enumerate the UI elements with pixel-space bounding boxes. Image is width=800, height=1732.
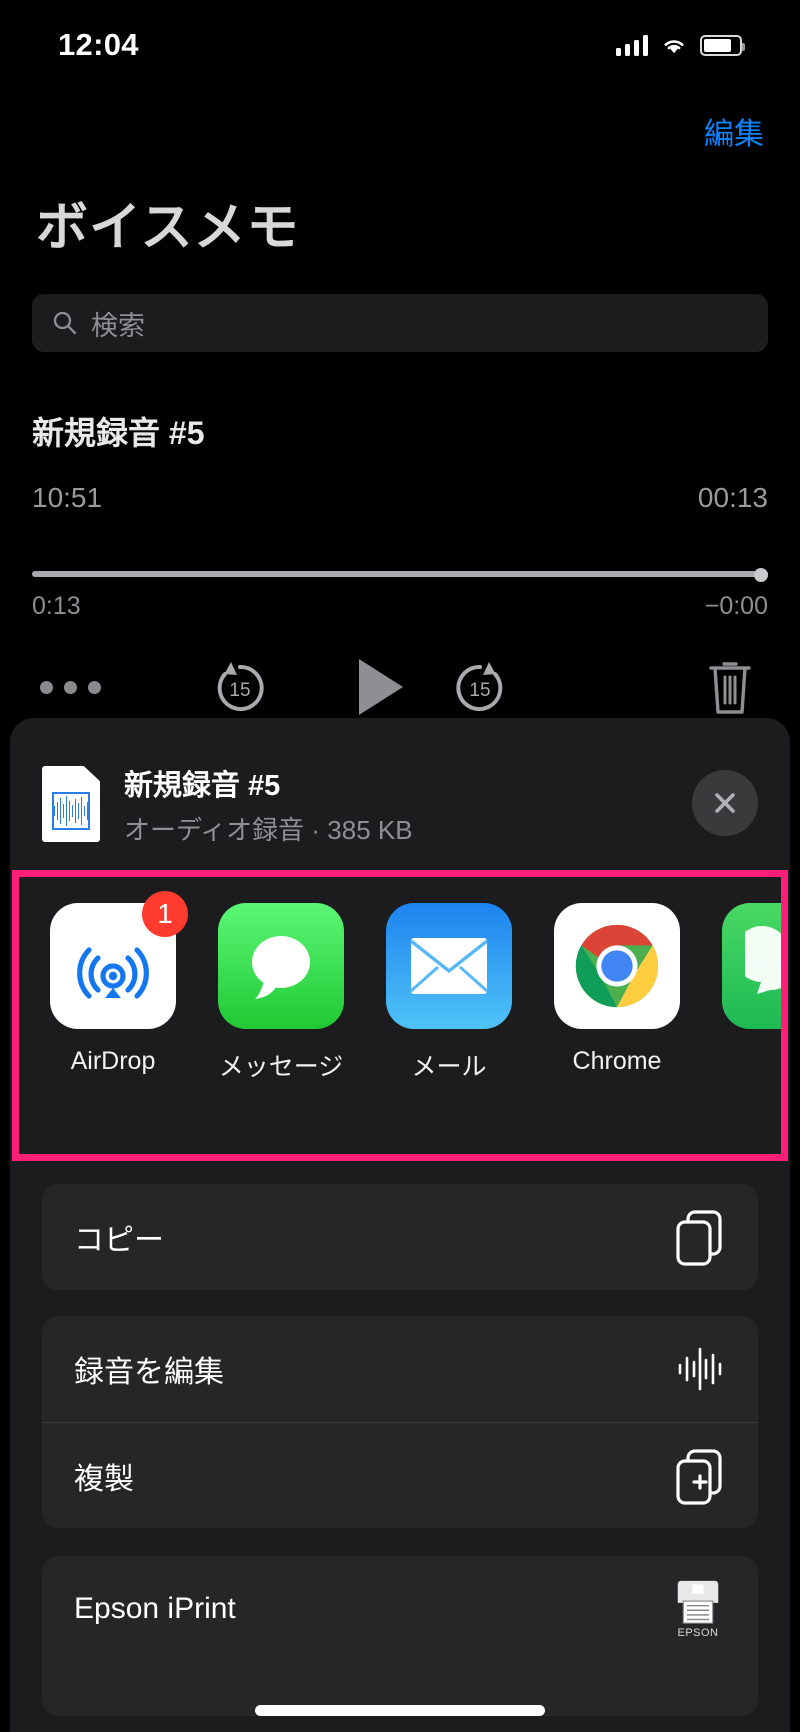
- copy-icon: [668, 1208, 726, 1266]
- action-label: 複製: [74, 1462, 134, 1496]
- audio-file-icon: [42, 766, 100, 842]
- recording-timestamp: 10:51: [32, 482, 103, 513]
- mail-icon: [386, 903, 512, 1029]
- playback-scrubber[interactable]: [32, 568, 768, 582]
- play-icon: [359, 659, 403, 715]
- action-row-copy[interactable]: コピー: [42, 1184, 758, 1290]
- edit-button[interactable]: 編集: [704, 109, 764, 153]
- duplicate-icon: [668, 1447, 726, 1505]
- messages-icon: [218, 903, 344, 1029]
- cellular-bars-icon: [615, 34, 648, 56]
- svg-text:15: 15: [469, 680, 490, 701]
- whatsapp-icon: [722, 903, 781, 1029]
- share-app-label: Chrome: [572, 1047, 662, 1075]
- chrome-icon: [554, 903, 680, 1029]
- status-bar: 12:04: [0, 0, 800, 90]
- skip-back-15-icon: 15: [217, 662, 264, 711]
- share-app-label: メール: [411, 1053, 487, 1081]
- elapsed-time: 0:13: [32, 592, 81, 620]
- skip-back-15-button[interactable]: 15: [200, 655, 280, 719]
- scrubber-track: [32, 571, 768, 577]
- iphone-screen: 12:04 編集 ボイスメモ 検索 新規録音 #5 10:51 00:13 0:…: [0, 0, 800, 1732]
- share-app-chrome[interactable]: Chrome: [551, 903, 683, 1076]
- file-subtitle: オーディオ録音 · 385 KB: [124, 814, 413, 845]
- home-indicator: [255, 1705, 545, 1716]
- share-app-airdrop[interactable]: 1 AirDrop: [47, 891, 188, 1076]
- remaining-time: −0:00: [704, 592, 768, 620]
- waveform-thumbnail-icon: [52, 792, 90, 830]
- status-bar-indicators: [615, 34, 745, 56]
- share-app-label: AirDrop: [70, 1047, 156, 1075]
- recording-meta: 10:51 00:13: [32, 482, 768, 514]
- action-label: Epson iPrint: [74, 1592, 236, 1625]
- waveform-icon: [668, 1345, 726, 1393]
- search-field[interactable]: 検索: [32, 294, 768, 352]
- skip-forward-15-icon: 15: [456, 662, 503, 711]
- airdrop-badge: 1: [142, 891, 188, 937]
- page-title: ボイスメモ: [36, 199, 300, 257]
- file-name: 新規録音 #5: [124, 769, 281, 802]
- action-label: コピー: [74, 1224, 164, 1257]
- recording-duration: 00:13: [697, 482, 768, 513]
- navigation-bar: 編集: [0, 100, 800, 162]
- delete-button[interactable]: [690, 656, 770, 718]
- status-bar-time: 12:04: [58, 27, 139, 62]
- close-icon: [715, 793, 735, 813]
- wifi-icon: [664, 39, 684, 53]
- trash-icon: [709, 662, 751, 714]
- svg-text:15: 15: [229, 680, 250, 701]
- action-group-epson: Epson iPrint EPSON: [42, 1556, 758, 1716]
- share-sheet-header: 新規録音 #5 オーディオ録音 · 385 KB: [10, 754, 790, 854]
- file-info: 新規録音 #5 オーディオ録音 · 385 KB: [124, 762, 413, 847]
- action-row-edit-recording[interactable]: 録音を編集: [42, 1316, 758, 1422]
- more-options-button[interactable]: [30, 680, 110, 694]
- playback-times: 0:13 −0:00: [32, 592, 768, 621]
- share-app-mail[interactable]: メール: [383, 903, 515, 1083]
- ellipsis-icon: [39, 680, 101, 694]
- epson-printer-icon: EPSON: [668, 1579, 726, 1639]
- action-row-duplicate[interactable]: 複製: [42, 1422, 758, 1528]
- scrubber-knob[interactable]: [754, 568, 768, 582]
- skip-forward-15-button[interactable]: 15: [440, 655, 520, 719]
- search-input-placeholder: 検索: [91, 310, 145, 341]
- action-label: 録音を編集: [74, 1356, 224, 1389]
- search-icon: [53, 311, 77, 335]
- action-group-edit: 録音を編集 複製: [42, 1316, 758, 1528]
- share-apps-row[interactable]: 1 AirDrop メッセージ メール Chrome: [19, 877, 781, 1154]
- action-row-epson-iprint[interactable]: Epson iPrint EPSON: [42, 1556, 758, 1662]
- share-app-label: メッセージ: [218, 1053, 344, 1081]
- airdrop-icon: 1: [50, 891, 188, 1029]
- battery-icon: [700, 34, 745, 56]
- recording-title: 新規録音 #5: [32, 415, 205, 451]
- share-sheet: 新規録音 #5 オーディオ録音 · 385 KB 1 AirDrop メッセージ…: [10, 718, 790, 1732]
- action-group-copy: コピー: [42, 1184, 758, 1290]
- share-apps-row-highlight: 1 AirDrop メッセージ メール Chrome: [12, 870, 788, 1161]
- epson-brand-text: EPSON: [677, 1627, 719, 1639]
- share-app-messages[interactable]: メッセージ: [215, 903, 347, 1083]
- close-button[interactable]: [692, 770, 758, 836]
- transport-controls: 15 15: [0, 652, 800, 722]
- play-button[interactable]: [340, 654, 420, 720]
- share-app-partial[interactable]: [719, 903, 781, 1047]
